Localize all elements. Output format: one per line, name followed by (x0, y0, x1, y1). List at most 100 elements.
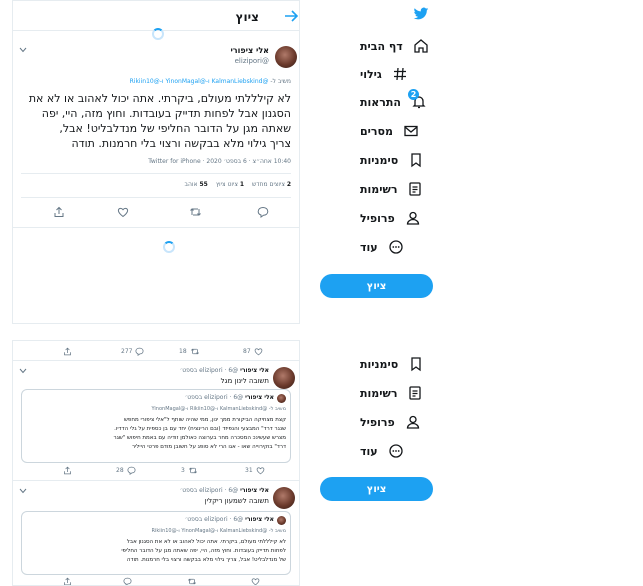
sidebar-item-label: סימניות (360, 357, 399, 371)
author-name[interactable]: אלי ציפורי (240, 367, 269, 374)
tweet-button[interactable]: ציוץ (320, 477, 433, 501)
sidebar-item-bookmarks[interactable]: סימניות (360, 152, 424, 168)
author-name[interactable]: אלי ציפורי (240, 487, 269, 494)
reply-header: אלי ציפורי @elizipori · 6 בספט׳ (180, 487, 269, 494)
like-count: 31 (245, 467, 253, 474)
reply-count: 277 (121, 348, 133, 355)
retweet-icon[interactable] (189, 206, 202, 218)
sidebar-item-lists[interactable]: רשימות (360, 385, 423, 401)
chevron-down-icon[interactable] (19, 368, 27, 374)
reply-action[interactable]: 277 (121, 347, 144, 356)
more-icon (388, 443, 404, 459)
like-count: 87 (243, 348, 251, 355)
sidebar-item-profile[interactable]: פרופיל (360, 414, 421, 430)
page-title: ציוץ (235, 10, 259, 24)
hashtag-icon (392, 66, 408, 82)
reply-to-users[interactable]: @KalmanLiebskind ו-@YinonMagal ו-@Rikiin… (130, 78, 269, 85)
tweet-text-line: לא קילללתי מעולם, ביקרתי. אתה יכול לאהוב… (28, 92, 291, 105)
tweet-meta[interactable]: 10:40 אחה״צ · 6 בספט׳ 2020 · Twitter for… (148, 158, 291, 165)
sidebar-item-label: מסרים (360, 124, 393, 138)
tweet-detail-panel: ציוץ אלי ציפורי @elizipori משיב ל- @Kalm… (12, 0, 300, 324)
tweet-button[interactable]: ציוץ (320, 274, 433, 298)
avatar[interactable] (273, 487, 295, 509)
retweet-icon (190, 347, 200, 356)
reply-to-line: משיב ל- @KalmanLiebskind ו-@YinonMagal ו… (130, 78, 291, 85)
share-action[interactable] (63, 347, 72, 356)
chevron-down-icon[interactable] (19, 47, 27, 53)
share-icon[interactable] (63, 466, 72, 475)
quote-header: אלי ציפורי @elizipori · 6 בספט׳ (185, 516, 274, 523)
quotes-stat[interactable]: 1 ציוט ציוץ (216, 181, 244, 188)
sidebar-item-label: סימניות (360, 153, 399, 167)
back-arrow-icon[interactable] (284, 10, 298, 22)
quote-author: אלי ציפורי (245, 394, 274, 401)
sidebar-item-label: עוד (360, 240, 378, 254)
reply-icon (127, 466, 136, 475)
retweet-icon[interactable] (187, 577, 197, 585)
author-name[interactable]: אלי ציפורי (230, 46, 269, 55)
quote-text: לא קילללתי מעולם, ביקרתי. אתה יכול לאהוב… (26, 538, 286, 565)
like-icon (256, 466, 265, 475)
like-action[interactable]: 87 (243, 347, 263, 356)
reply-action[interactable]: 28 (116, 466, 136, 475)
share-icon[interactable] (63, 577, 72, 585)
reply-meta[interactable]: @elizipori · 6 בספט׳ (180, 487, 238, 494)
quote-text-line: מצרש שעשינכ המסכרה מחר בערוצה כאולמן זוד… (113, 435, 286, 441)
reply-text: תשובה לינון מגל (220, 377, 269, 385)
loading-spinner (163, 241, 175, 253)
twitter-logo-icon[interactable] (412, 6, 430, 22)
chevron-down-icon[interactable] (19, 488, 27, 494)
avatar[interactable] (273, 367, 295, 389)
quote-text-line: לפחות תדייק בעובדות. וחוץ מזה, היי, יפה … (121, 548, 286, 554)
replies-panel: 277 18 87 אלי ציפורי @elizipori · 6 בספט… (12, 340, 300, 586)
sidebar-item-lists[interactable]: רשימות (360, 181, 423, 197)
like-icon[interactable] (251, 577, 260, 585)
retweets-stat[interactable]: 2 ציוצים מחדש (252, 181, 291, 188)
avatar[interactable] (275, 46, 297, 68)
share-icon[interactable] (53, 206, 65, 218)
sidebar-item-label: עוד (360, 444, 378, 458)
like-icon[interactable] (117, 206, 129, 218)
author-handle[interactable]: @elizipori (235, 57, 269, 65)
sidebar-item-notifications[interactable]: 2 התראות (360, 89, 427, 110)
sidebar-item-more[interactable]: עוד (360, 239, 404, 255)
reply-meta[interactable]: @elizipori · 6 בספט׳ (180, 367, 238, 374)
bell-icon: 2 (408, 89, 427, 110)
sidebar-item-label: גילוי (360, 67, 382, 81)
mail-icon (403, 123, 419, 139)
quote-text-line: קצת מצחיקה הביקורת ממך ינון, ממי שהיה שו… (124, 417, 286, 423)
tweet-text-line: הסגנון אבל לפחות תדייק בעובדות. וחוץ מזה… (41, 107, 291, 120)
quoted-tweet[interactable]: אלי ציפורי @elizipori · 6 בספט׳ משיב ל- … (21, 389, 291, 463)
sidebar-item-label: רשימות (360, 386, 398, 400)
avatar (277, 394, 286, 403)
sidebar-item-profile[interactable]: פרופיל (360, 210, 421, 226)
tweet-stats: 2 ציוצים מחדש 1 ציוט ציוץ 55 אוהב (184, 181, 291, 188)
reply-icon[interactable] (123, 577, 132, 585)
share-icon (63, 347, 72, 356)
sidebar-item-explore[interactable]: גילוי (360, 66, 408, 82)
retweet-icon (188, 466, 198, 475)
quote-reply-to: משיב ל- @KalmanLiebskind ו-@YinonMagal ו… (151, 528, 286, 534)
tweet-text-line: שאתה מגן על הדובר החליפי של מנדלבליט! אב… (59, 122, 291, 135)
more-icon (388, 239, 404, 255)
quote-reply-to: משיב ל- @KalmanLiebskind ו-@Rikiin10 ו-@… (151, 406, 286, 412)
sidebar-item-label: התראות (360, 95, 401, 109)
retweet-count: 18 (179, 348, 187, 355)
sidebar-item-bookmarks[interactable]: סימניות (360, 356, 424, 372)
quoted-tweet[interactable]: אלי ציפורי @elizipori · 6 בספט׳ משיב ל- … (21, 511, 291, 575)
sidebar-item-label: רשימות (360, 182, 398, 196)
reply-text: תשובה לשמעון ריקלין (204, 497, 269, 505)
quote-meta: @elizipori · 6 בספט׳ (184, 516, 244, 523)
avatar (277, 516, 286, 525)
retweet-action[interactable]: 3 (181, 466, 198, 475)
like-action[interactable]: 31 (245, 466, 265, 475)
quote-meta: @elizipori · 6 בספט׳ (184, 394, 244, 401)
sidebar-item-label: פרופיל (360, 415, 395, 429)
retweet-action[interactable]: 18 (179, 347, 200, 356)
reply-icon[interactable] (257, 206, 269, 218)
sidebar-item-home[interactable]: דף הבית (360, 38, 429, 54)
sidebar-item-more[interactable]: עוד (360, 443, 404, 459)
quote-text: קצת מצחיקה הביקורת ממך ינון, ממי שהיה שו… (26, 416, 286, 452)
sidebar-item-messages[interactable]: מסרים (360, 123, 419, 139)
likes-stat[interactable]: 55 אוהב (184, 181, 207, 188)
